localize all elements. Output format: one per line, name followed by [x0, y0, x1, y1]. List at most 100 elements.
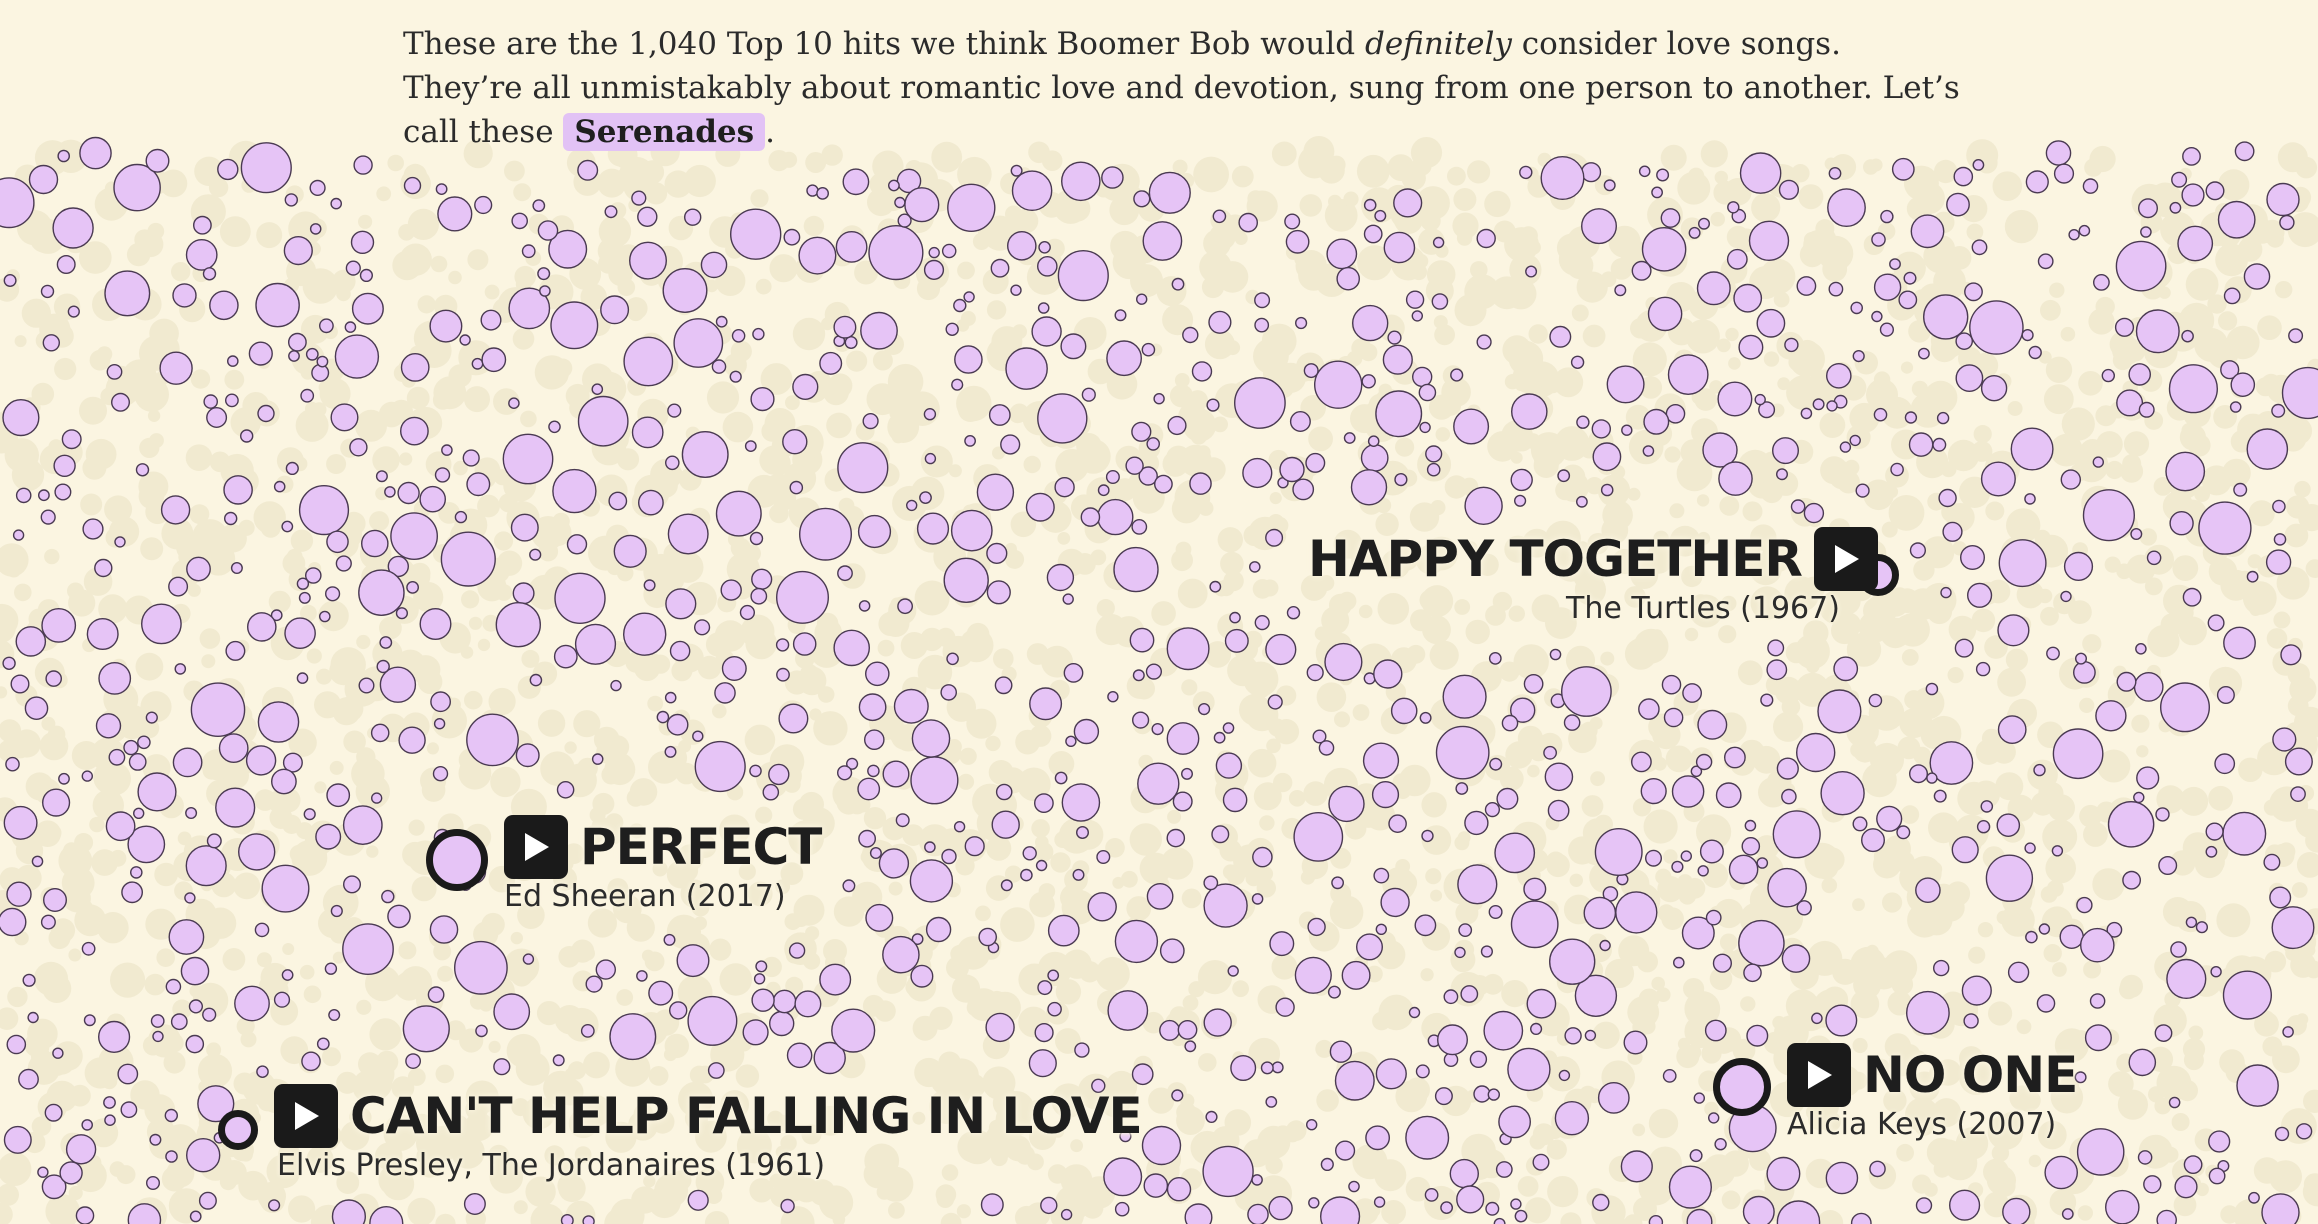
- song-bubble[interactable]: [1606, 365, 1645, 404]
- song-bubble[interactable]: [1034, 1022, 1054, 1043]
- song-bubble[interactable]: [2137, 198, 2158, 219]
- song-bubble[interactable]: [1826, 400, 1838, 412]
- song-bubble[interactable]: [387, 904, 411, 929]
- song-bubble[interactable]: [1890, 462, 1904, 477]
- song-bubble[interactable]: [1306, 663, 1324, 682]
- song-bubble[interactable]: [986, 580, 1011, 605]
- song-bubble[interactable]: [462, 449, 480, 467]
- song-bubble[interactable]: [1738, 334, 1764, 360]
- song-bubble[interactable]: [1942, 521, 1963, 542]
- song-bubble[interactable]: [780, 1198, 795, 1214]
- song-bubble[interactable]: [1037, 302, 1050, 314]
- song-bubble[interactable]: [1889, 258, 1901, 270]
- song-bubble[interactable]: [79, 136, 112, 170]
- song-bubble[interactable]: [924, 841, 936, 853]
- song-bubble[interactable]: [2282, 1026, 2294, 1038]
- song-bubble[interactable]: [239, 429, 254, 443]
- song-bubble[interactable]: [742, 1019, 769, 1046]
- song-bubble[interactable]: [2243, 263, 2271, 290]
- song-bubble[interactable]: [1284, 213, 1301, 230]
- song-bubble[interactable]: [1879, 322, 1895, 337]
- song-bubble[interactable]: [405, 1053, 421, 1070]
- song-bubble[interactable]: [1114, 919, 1159, 964]
- song-bubble[interactable]: [1464, 486, 1503, 525]
- song-bubble[interactable]: [185, 1034, 205, 1054]
- song-bubble[interactable]: [2024, 842, 2036, 854]
- song-bubble[interactable]: [882, 760, 910, 788]
- song-bubble[interactable]: [1756, 857, 1769, 869]
- song-bubble[interactable]: [284, 617, 316, 650]
- song-bubble[interactable]: [1985, 854, 2034, 902]
- song-bubble[interactable]: [1828, 281, 1844, 297]
- song-bubble[interactable]: [283, 236, 313, 266]
- song-bubble[interactable]: [123, 739, 139, 756]
- song-bubble[interactable]: [190, 682, 246, 738]
- song-bubble[interactable]: [715, 490, 762, 537]
- song-bubble[interactable]: [52, 207, 94, 249]
- song-bubble[interactable]: [1511, 393, 1548, 430]
- song-bubble[interactable]: [714, 682, 736, 704]
- song-bubble[interactable]: [1997, 715, 2027, 744]
- song-bubble[interactable]: [1484, 801, 1501, 818]
- song-bubble[interactable]: [309, 179, 326, 197]
- song-bubble[interactable]: [81, 941, 96, 956]
- song-bubble[interactable]: [463, 1192, 486, 1215]
- song-bubble[interactable]: [40, 914, 56, 930]
- song-bubble[interactable]: [1131, 1063, 1154, 1086]
- song-bubble[interactable]: [1054, 477, 1075, 498]
- song-bubble[interactable]: [114, 536, 126, 548]
- song-bubble[interactable]: [1926, 772, 1938, 784]
- song-bubble[interactable]: [1129, 627, 1155, 653]
- song-bubble[interactable]: [1320, 1157, 1334, 1172]
- song-bubble[interactable]: [1143, 1173, 1169, 1198]
- song-bubble[interactable]: [1227, 965, 1239, 977]
- song-bubble[interactable]: [2092, 273, 2110, 291]
- song-bubble[interactable]: [776, 570, 830, 624]
- song-bubble[interactable]: [750, 387, 775, 412]
- song-bubble[interactable]: [432, 766, 449, 782]
- song-bubble[interactable]: [198, 1191, 217, 1210]
- song-bubble[interactable]: [298, 485, 350, 536]
- song-bubble[interactable]: [2092, 456, 2105, 468]
- song-bubble[interactable]: [772, 989, 797, 1014]
- song-bubble[interactable]: [831, 1008, 876, 1053]
- song-bubble[interactable]: [1205, 1110, 1218, 1124]
- song-bubble[interactable]: [1860, 828, 1885, 853]
- song-bubble[interactable]: [574, 623, 617, 665]
- song-bubble[interactable]: [1699, 839, 1724, 864]
- song-bubble[interactable]: [897, 598, 913, 615]
- song-bubble[interactable]: [1922, 294, 1969, 340]
- song-bubble[interactable]: [2274, 1126, 2290, 1142]
- song-bubble[interactable]: [687, 995, 738, 1046]
- song-bubble[interactable]: [749, 531, 764, 546]
- song-bubble[interactable]: [798, 236, 837, 275]
- song-bubble[interactable]: [1549, 325, 1572, 348]
- song-bubble[interactable]: [1197, 702, 1211, 716]
- song-bubble[interactable]: [1621, 424, 1633, 436]
- song-bubble[interactable]: [103, 1096, 116, 1109]
- song-bubble[interactable]: [1833, 656, 1859, 682]
- song-bubble[interactable]: [402, 1005, 450, 1053]
- song-bubble[interactable]: [1623, 1030, 1648, 1055]
- song-bubble[interactable]: [715, 315, 728, 328]
- song-bubble[interactable]: [31, 855, 44, 868]
- song-bubble[interactable]: [2133, 672, 2164, 702]
- song-bubble[interactable]: [1114, 1201, 1130, 1217]
- song-bubble[interactable]: [1557, 469, 1571, 483]
- song-bubble[interactable]: [406, 581, 419, 594]
- song-bubble[interactable]: [1697, 865, 1709, 877]
- song-bubble[interactable]: [152, 1030, 164, 1043]
- song-bubble[interactable]: [330, 403, 359, 432]
- song-bubble[interactable]: [15, 487, 32, 504]
- song-bubble[interactable]: [1717, 381, 1753, 417]
- song-bubble[interactable]: [1234, 377, 1286, 429]
- song-bubble[interactable]: [1689, 1149, 1703, 1163]
- song-bubble[interactable]: [1529, 1022, 1543, 1036]
- song-bubble[interactable]: [1963, 1013, 1979, 1029]
- song-bubble[interactable]: [1850, 301, 1863, 315]
- song-bubble[interactable]: [2166, 958, 2207, 999]
- song-bubble[interactable]: [2236, 1064, 2279, 1107]
- song-bubble[interactable]: [27, 1011, 39, 1024]
- song-bubble[interactable]: [749, 764, 762, 778]
- song-bubble[interactable]: [1514, 1209, 1528, 1223]
